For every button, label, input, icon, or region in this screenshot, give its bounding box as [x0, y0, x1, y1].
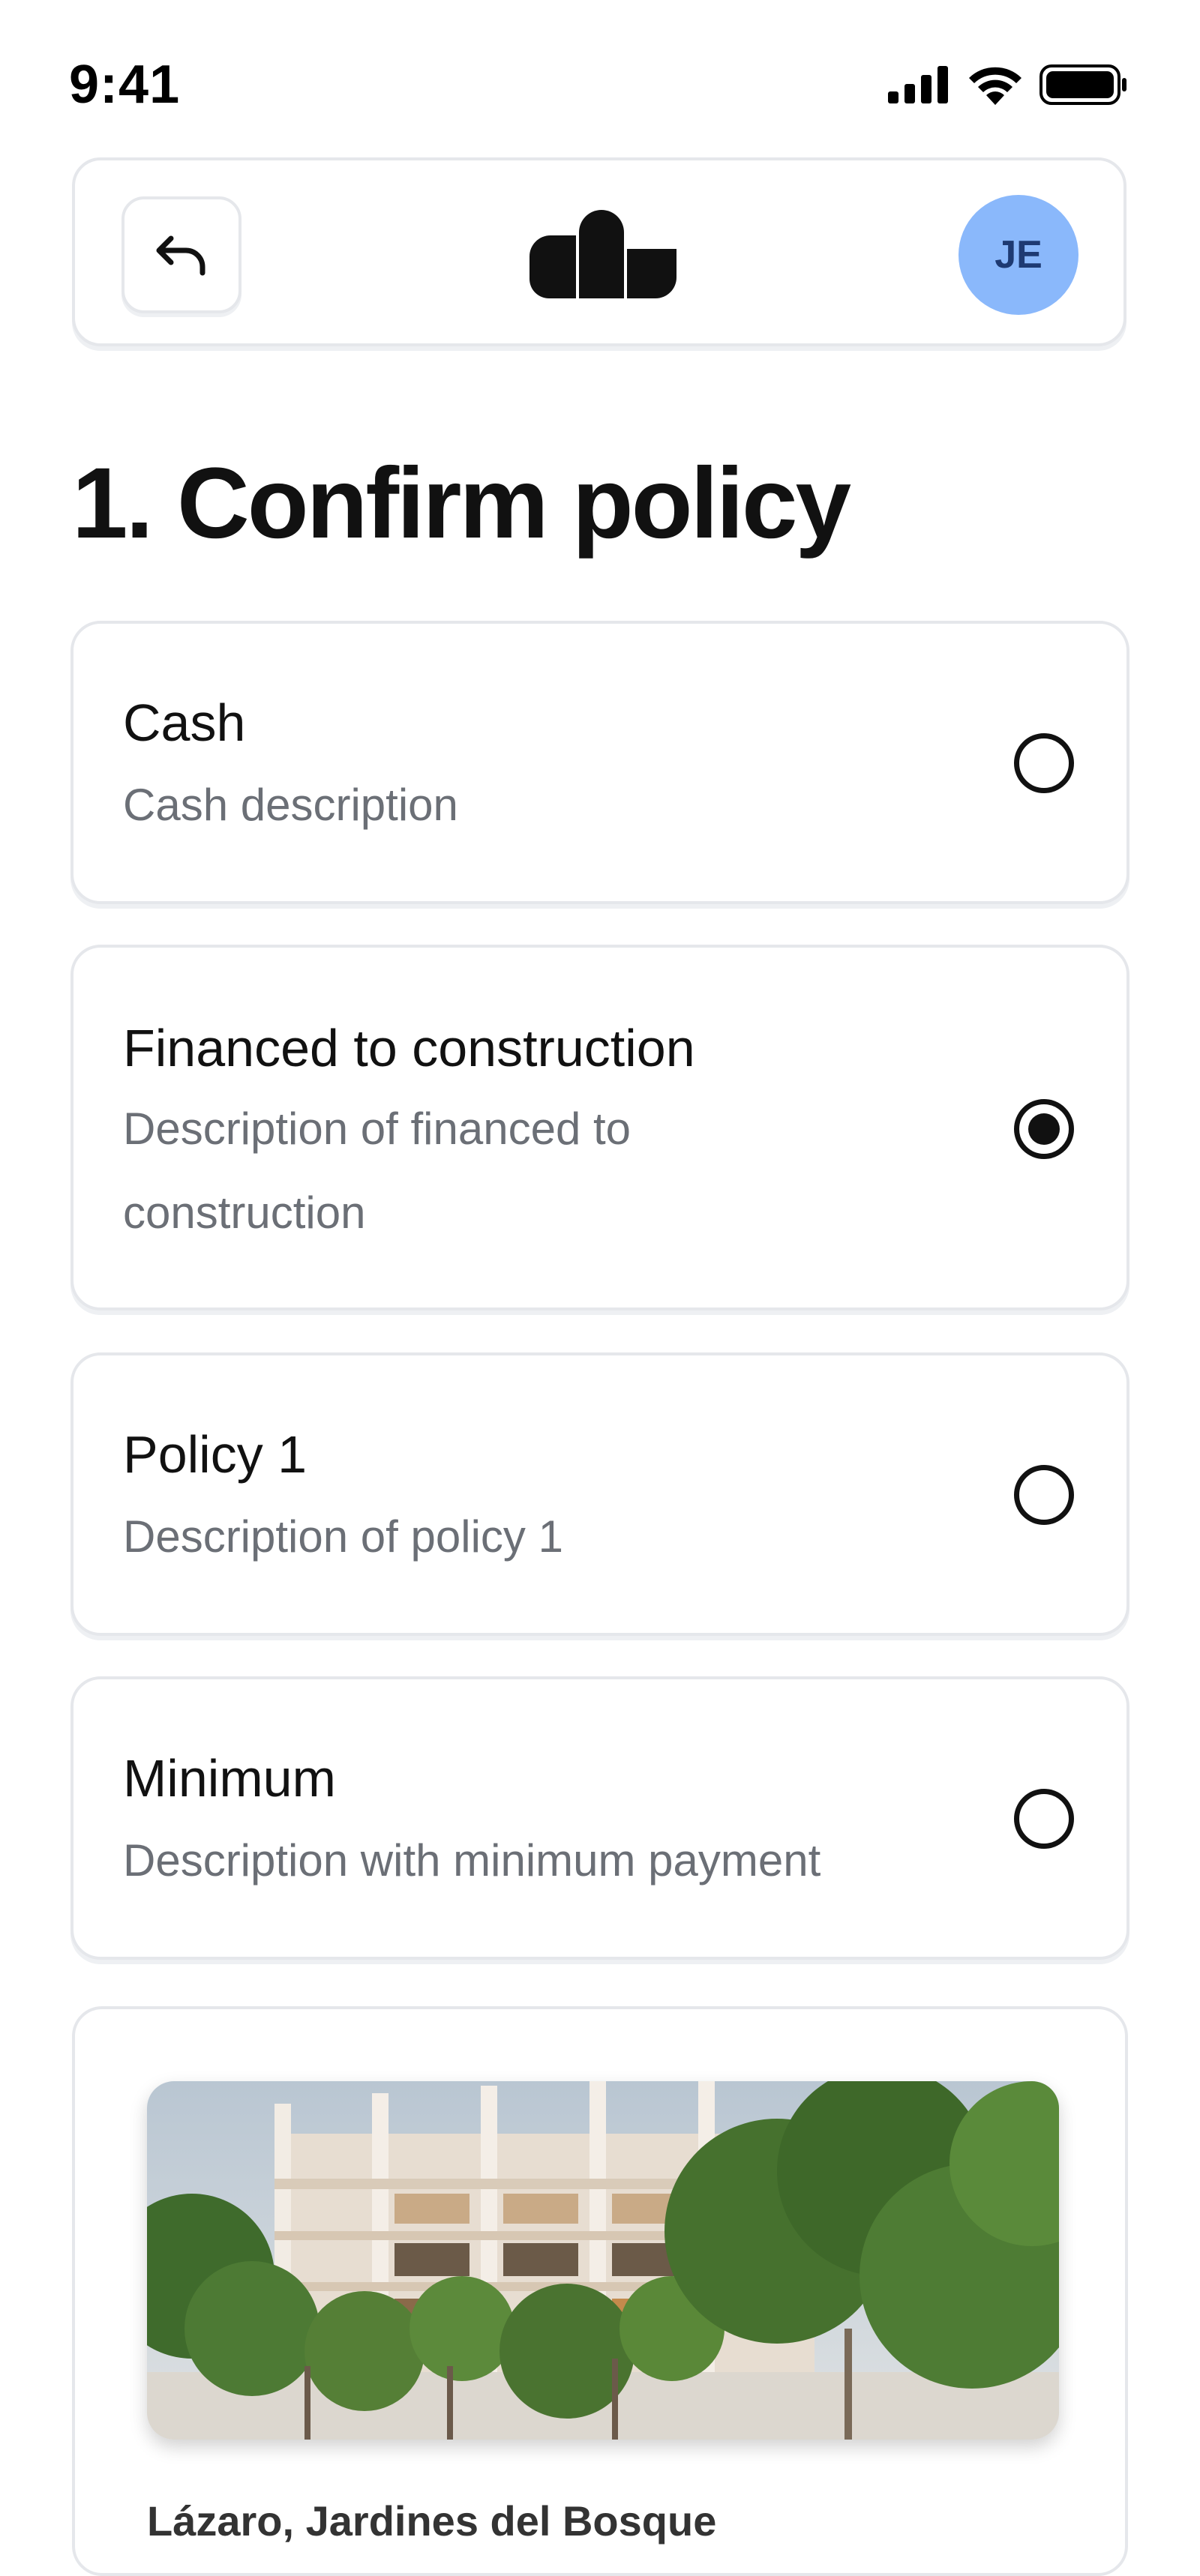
policy-radio-policy-1[interactable]: [1014, 1465, 1074, 1525]
policy-option-description: Cash description: [123, 780, 458, 830]
policy-option-description: Description of financed to construction: [123, 1104, 632, 1238]
avatar-initials: JE: [994, 233, 1042, 277]
page-title: 1. Confirm policy: [72, 448, 851, 559]
wifi-icon: [969, 67, 1022, 105]
policy-option-policy-1[interactable]: Policy 1 Description of policy 1: [70, 1352, 1130, 1636]
policy-radio-financed[interactable]: [1014, 1099, 1074, 1159]
policy-radio-minimum[interactable]: [1014, 1789, 1074, 1849]
status-time: 9:41: [69, 55, 181, 115]
status-icons: [888, 64, 1128, 105]
policy-option-title: Cash: [123, 693, 246, 752]
policy-option-cash[interactable]: Cash Cash description: [70, 621, 1130, 904]
property-name: Lázaro, Jardines del Bosque: [147, 2497, 717, 2545]
brand-logo: [530, 210, 676, 302]
battery-icon: [1040, 64, 1126, 105]
cellular-signal-icon: [888, 66, 948, 103]
app-header: JE: [72, 157, 1126, 346]
policy-radio-cash[interactable]: [1014, 733, 1074, 793]
policy-option-description: Description of policy 1: [123, 1511, 563, 1562]
policy-option-minimum[interactable]: Minimum Description with minimum payment: [70, 1676, 1130, 1960]
policy-option-title: Financed to construction: [123, 1019, 695, 1077]
user-avatar[interactable]: JE: [958, 195, 1078, 315]
undo-arrow-icon: [156, 235, 206, 276]
building-photo: [147, 2081, 1059, 2440]
back-button[interactable]: [122, 196, 242, 313]
policy-option-financed[interactable]: Financed to construction Description of …: [70, 945, 1130, 1310]
policy-option-title: Minimum: [123, 1749, 336, 1808]
status-bar: 9:41: [0, 0, 1200, 165]
policy-option-title: Policy 1: [123, 1425, 308, 1484]
property-card[interactable]: Lázaro, Jardines del Bosque: [72, 2006, 1128, 2576]
policy-option-description: Description with minimum payment: [123, 1835, 821, 1886]
